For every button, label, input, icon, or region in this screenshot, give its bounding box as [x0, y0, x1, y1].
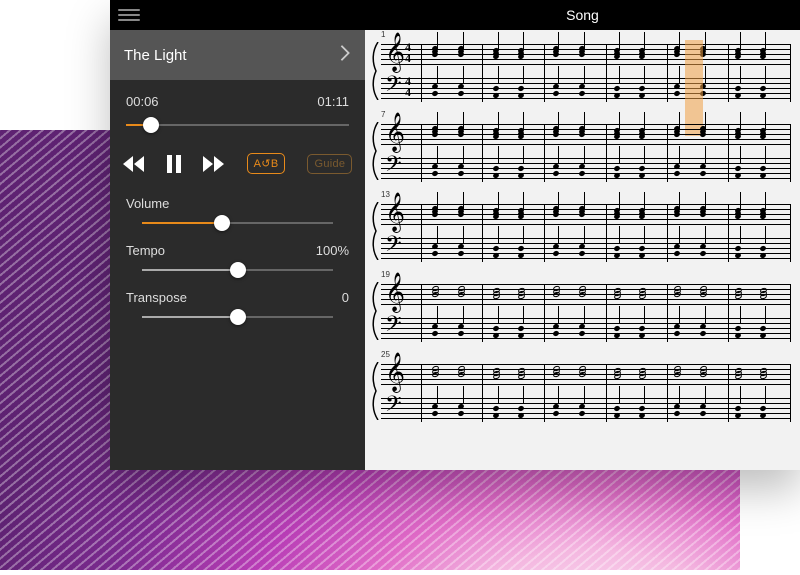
chevron-right-icon — [339, 44, 351, 66]
volume-label: Volume — [126, 196, 169, 211]
treble-staff: 𝄞 — [381, 120, 790, 148]
brace-icon — [371, 122, 379, 180]
treble-clef-icon: 𝄞 — [385, 34, 405, 72]
time-signature: 44 — [405, 76, 411, 98]
bass-staff: 𝄢 — [381, 394, 790, 422]
time-signature: 44 — [405, 42, 411, 64]
elapsed-time: 00:06 — [126, 94, 159, 109]
guide-button[interactable]: Guide — [307, 154, 352, 174]
bass-clef-icon: 𝄢 — [385, 72, 402, 103]
score-body[interactable]: 1𝄞44𝄢447𝄞𝄢13𝄞𝄢19𝄞𝄢25𝄞𝄢 — [365, 30, 800, 470]
staff-system: 25𝄞𝄢 — [381, 360, 790, 422]
treble-staff: 𝄞 — [381, 360, 790, 388]
app-window: The Light 00:06 01:11 A↺B — [110, 0, 800, 470]
bass-staff: 𝄢 — [381, 314, 790, 342]
progress-slider[interactable] — [126, 115, 349, 135]
score-header: Song — [365, 0, 800, 30]
forward-button[interactable] — [203, 156, 225, 172]
transpose-slider[interactable] — [142, 307, 333, 327]
treble-staff: 𝄞 — [381, 200, 790, 228]
brace-icon — [371, 282, 379, 340]
staff-system: 13𝄞𝄢 — [381, 200, 790, 262]
brace-icon — [371, 202, 379, 260]
control-panel: The Light 00:06 01:11 A↺B — [110, 0, 365, 470]
brace-icon — [371, 42, 379, 100]
transpose-control: Transpose 0 — [110, 286, 365, 333]
pause-button[interactable] — [167, 155, 181, 173]
song-selector[interactable]: The Light — [110, 30, 365, 80]
treble-staff: 𝄞 — [381, 280, 790, 308]
transpose-value: 0 — [342, 290, 349, 305]
staff-system: 19𝄞𝄢 — [381, 280, 790, 342]
bass-clef-icon: 𝄢 — [385, 312, 402, 343]
volume-slider[interactable] — [142, 213, 333, 233]
bass-staff: 𝄢 — [381, 234, 790, 262]
treble-clef-icon: 𝄞 — [385, 194, 405, 232]
treble-clef-icon: 𝄞 — [385, 354, 405, 392]
brace-icon — [371, 362, 379, 420]
tempo-label: Tempo — [126, 243, 165, 258]
bass-clef-icon: 𝄢 — [385, 392, 402, 423]
time-readout: 00:06 01:11 — [110, 80, 365, 115]
treble-staff: 𝄞44 — [381, 40, 790, 68]
treble-clef-icon: 𝄞 — [385, 274, 405, 312]
bass-clef-icon: 𝄢 — [385, 232, 402, 263]
loop-button[interactable]: A↺B — [247, 153, 286, 174]
panel-topbar — [110, 0, 365, 30]
bass-clef-icon: 𝄢 — [385, 152, 402, 183]
transpose-label: Transpose — [126, 290, 187, 305]
score-panel: Song 1𝄞44𝄢447𝄞𝄢13𝄞𝄢19𝄞𝄢25𝄞𝄢 — [365, 0, 800, 470]
rewind-button[interactable] — [123, 156, 145, 172]
total-time: 01:11 — [317, 94, 349, 109]
tempo-slider[interactable] — [142, 260, 333, 280]
menu-icon[interactable] — [118, 9, 140, 21]
transport-controls: A↺B Guide — [110, 139, 365, 192]
bass-staff: 𝄢44 — [381, 74, 790, 102]
treble-clef-icon: 𝄞 — [385, 114, 405, 152]
staff-system: 7𝄞𝄢 — [381, 120, 790, 182]
bass-staff: 𝄢 — [381, 154, 790, 182]
staff-system: 1𝄞44𝄢44 — [381, 40, 790, 102]
tempo-value: 100% — [316, 243, 349, 258]
tempo-control: Tempo 100% — [110, 239, 365, 286]
score-tab-label: Song — [566, 7, 599, 23]
song-title: The Light — [124, 47, 187, 64]
volume-control: Volume — [110, 192, 365, 239]
